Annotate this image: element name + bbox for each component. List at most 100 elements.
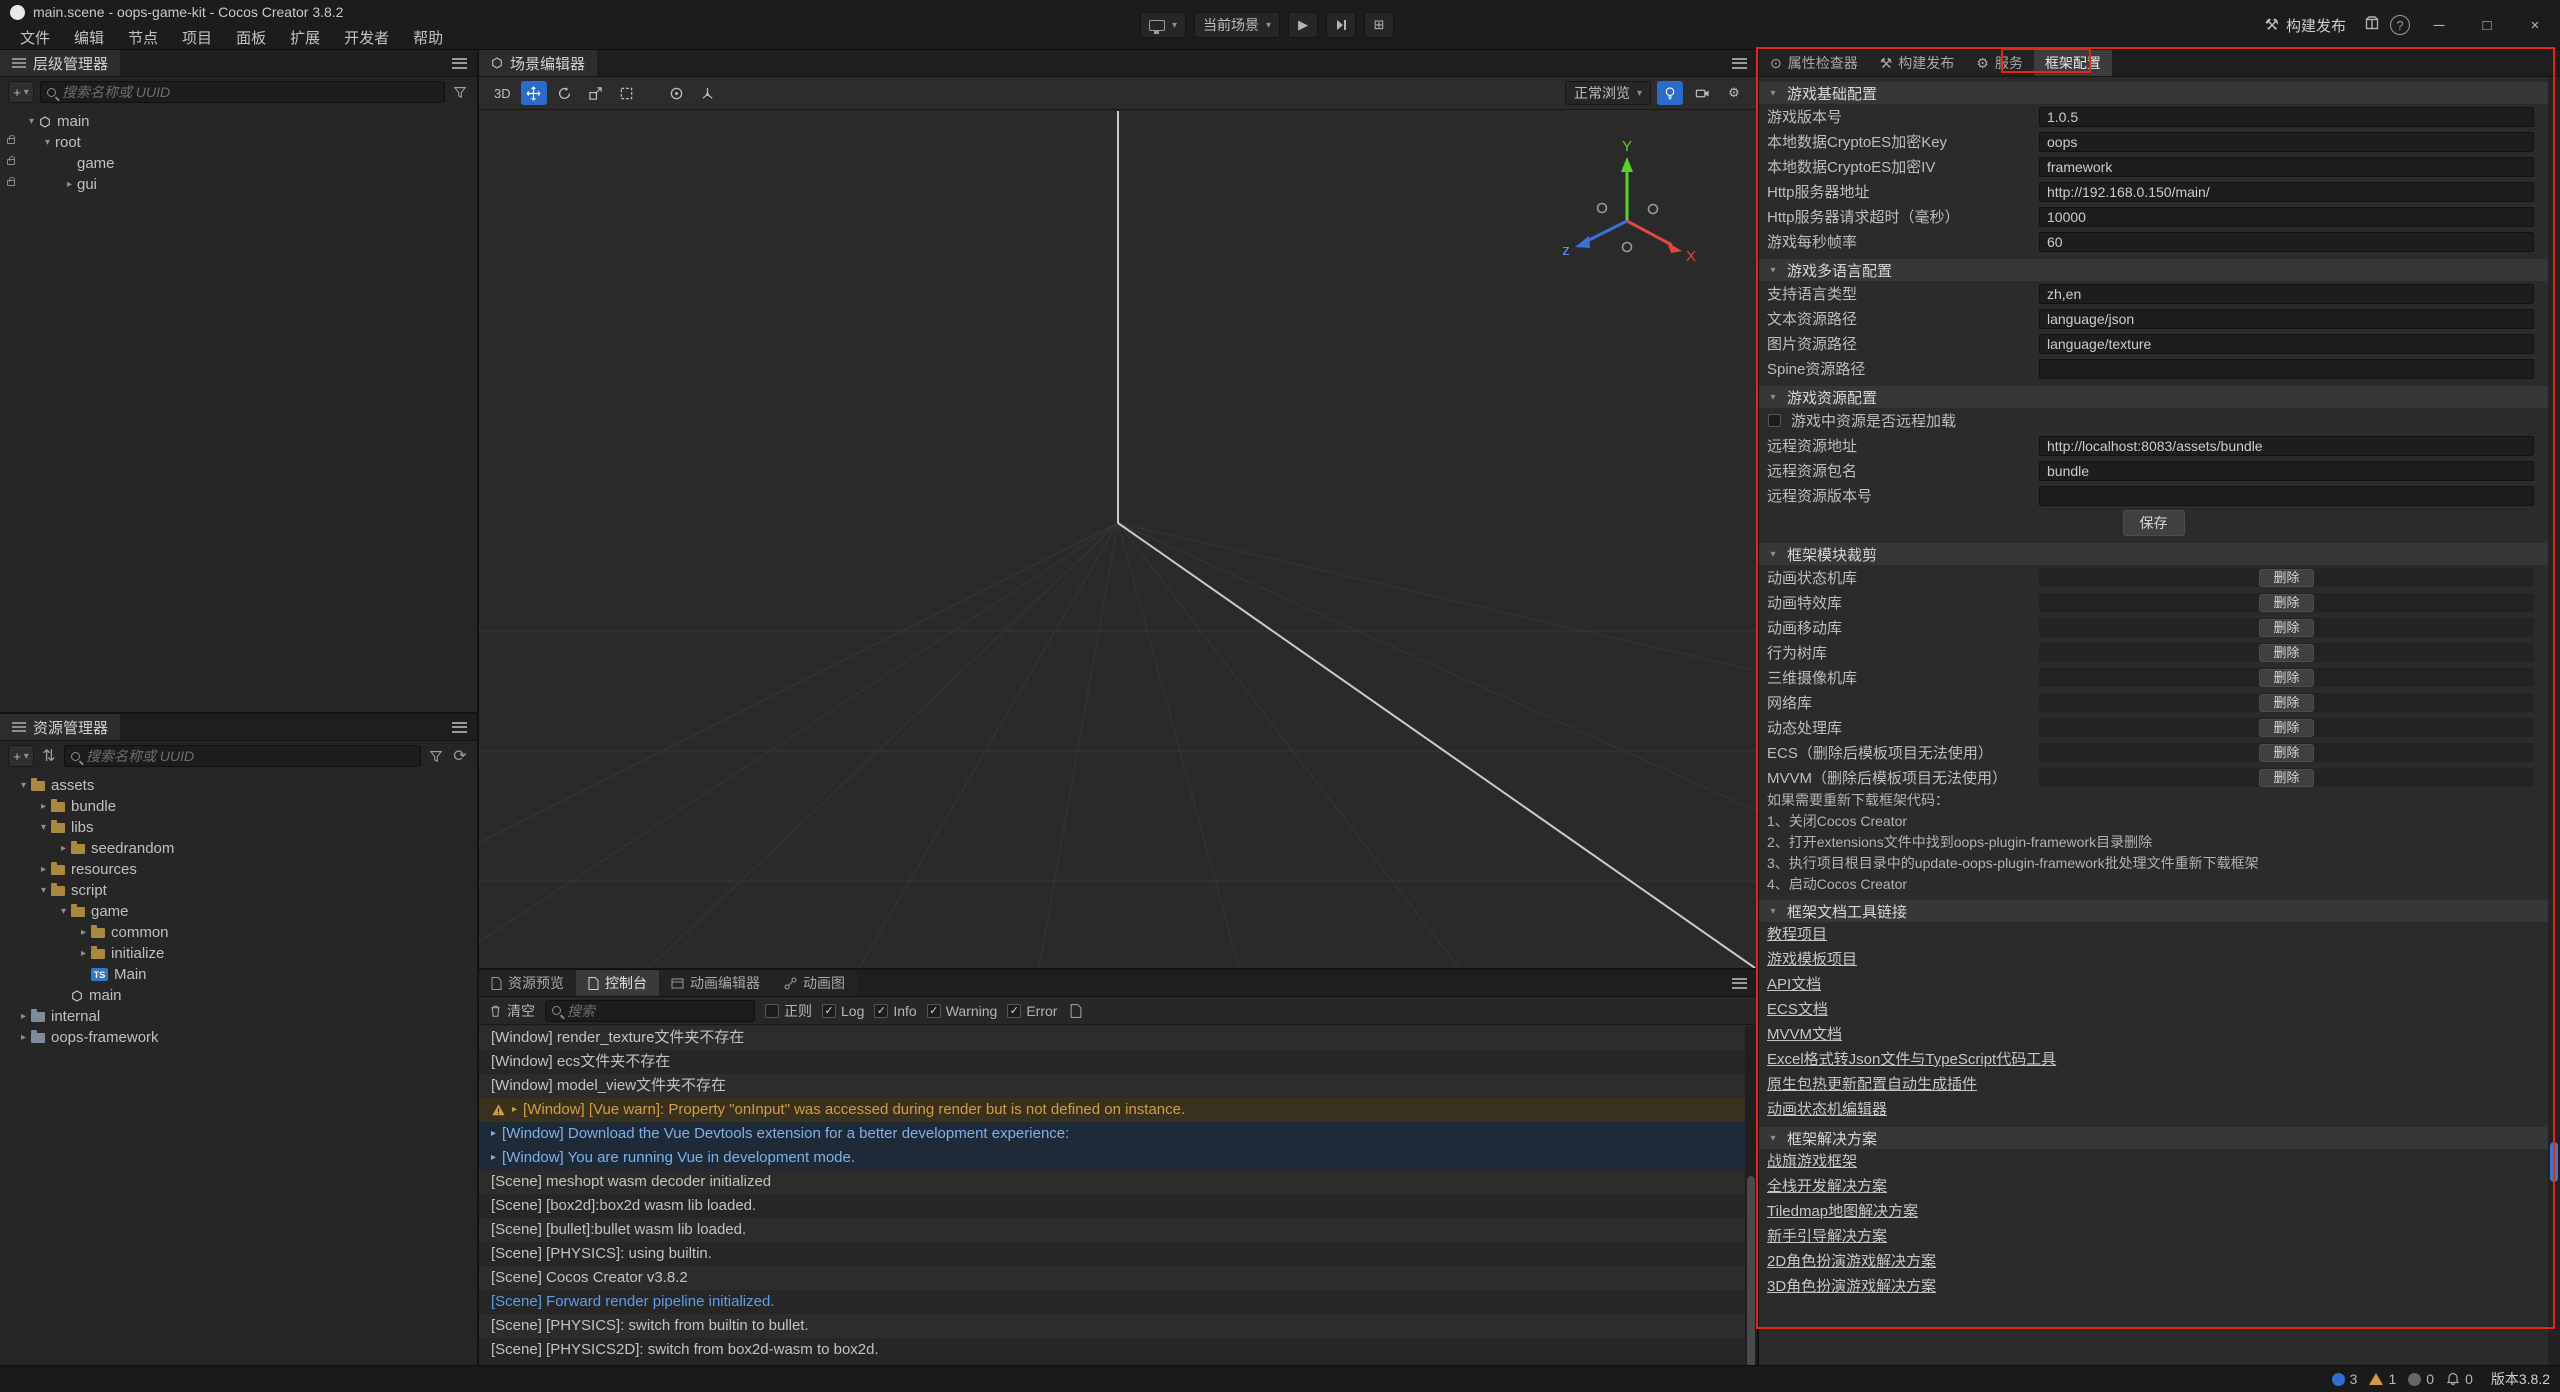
- panel-menu-icon[interactable]: [452, 722, 467, 733]
- collapse-icon[interactable]: [1767, 265, 1779, 276]
- camera-view-button[interactable]: [1689, 81, 1715, 105]
- game-version-input[interactable]: [2039, 107, 2534, 127]
- sort-icon[interactable]: ⇅: [40, 747, 58, 765]
- menu-help[interactable]: 帮助: [403, 25, 453, 50]
- frame-rate-input[interactable]: [2039, 232, 2534, 252]
- expander-icon[interactable]: [36, 801, 51, 812]
- info-checkbox[interactable]: [874, 1004, 888, 1018]
- tree-node-oops-framework[interactable]: oops-framework: [0, 1027, 477, 1048]
- pivot-toggle-button[interactable]: [664, 81, 690, 105]
- device-select[interactable]: ▾: [1140, 12, 1186, 38]
- collapse-icon[interactable]: [1767, 88, 1779, 99]
- tree-node-game-folder[interactable]: game: [0, 901, 477, 922]
- assets-search-input[interactable]: [86, 748, 414, 764]
- menu-edit[interactable]: 编辑: [64, 25, 114, 50]
- tab-framework-config[interactable]: 框架配置: [2034, 50, 2112, 76]
- delete-ecs-button[interactable]: 删除: [2259, 744, 2313, 762]
- maximize-button[interactable]: □: [2468, 10, 2506, 40]
- tree-node-libs[interactable]: libs: [0, 817, 477, 838]
- link-hotupdate-plugin[interactable]: 原生包热更新配置自动生成插件: [1767, 1072, 1977, 1097]
- log-row-warning[interactable]: ▸ [Window] [Vue warn]: Property "onInput…: [479, 1098, 1745, 1122]
- filter-error[interactable]: Error: [1007, 1003, 1057, 1019]
- tree-node-main-scene[interactable]: main: [0, 985, 477, 1006]
- collapse-icon[interactable]: [1767, 549, 1779, 560]
- tree-node-gui[interactable]: gui: [0, 174, 477, 195]
- expand-log-icon[interactable]: ▸: [491, 1122, 496, 1146]
- delete-move-button[interactable]: 删除: [2259, 619, 2313, 637]
- link-animator-editor[interactable]: 动画状态机编辑器: [1767, 1097, 1887, 1122]
- link-ecs-doc[interactable]: ECS文档: [1767, 997, 1828, 1022]
- create-asset-button[interactable]: +▾: [8, 745, 34, 767]
- view-mode-select[interactable]: 正常浏览 ▾: [1565, 81, 1651, 105]
- panel-menu-icon[interactable]: [1732, 58, 1747, 69]
- log-row[interactable]: [Window] render_texture文件夹不存在: [479, 1026, 1745, 1050]
- help-icon[interactable]: ?: [2390, 15, 2410, 35]
- log-row[interactable]: [Scene] [PHYSICS]: using builtin.: [479, 1242, 1745, 1266]
- rotate-tool-button[interactable]: [552, 81, 578, 105]
- expander-icon[interactable]: [36, 885, 51, 896]
- hierarchy-search[interactable]: [40, 81, 445, 103]
- play-button[interactable]: ▶: [1288, 12, 1318, 38]
- log-row[interactable]: [Window] ecs文件夹不存在: [479, 1050, 1745, 1074]
- http-timeout-input[interactable]: [2039, 207, 2534, 227]
- remote-load-checkbox[interactable]: [1768, 414, 1781, 427]
- status-info[interactable]: 3: [2332, 1371, 2358, 1387]
- crypto-iv-input[interactable]: [2039, 157, 2534, 177]
- tab-property-inspector[interactable]: ⊙ 属性检查器: [1759, 50, 1869, 76]
- scene-viewport[interactable]: Y X z: [479, 111, 1757, 968]
- lock-icon[interactable]: [7, 180, 15, 186]
- delete-effect-button[interactable]: 删除: [2259, 594, 2313, 612]
- tab-console[interactable]: 控制台: [576, 970, 659, 996]
- console-scrollbar[interactable]: [1745, 1026, 1757, 1365]
- remote-res-url-input[interactable]: [2039, 436, 2534, 456]
- link-fullstack-solution[interactable]: 全栈开发解决方案: [1767, 1174, 1887, 1199]
- refresh-icon[interactable]: ⟳: [451, 747, 469, 765]
- expander-icon[interactable]: [62, 179, 77, 190]
- mode-3d-button[interactable]: 3D: [489, 81, 516, 105]
- status-notifications[interactable]: 0: [2446, 1371, 2473, 1387]
- expander-icon[interactable]: [16, 1011, 31, 1022]
- scene-select[interactable]: 当前场景 ▾: [1194, 12, 1280, 38]
- move-tool-button[interactable]: [521, 81, 547, 105]
- tree-node-script[interactable]: script: [0, 880, 477, 901]
- regex-toggle[interactable]: 正则: [765, 1001, 812, 1021]
- expand-log-icon[interactable]: ▸: [512, 1098, 517, 1122]
- close-button[interactable]: ×: [2516, 10, 2554, 40]
- expander-icon[interactable]: [76, 927, 91, 938]
- http-server-input[interactable]: [2039, 182, 2534, 202]
- section-basic-config[interactable]: 游戏基础配置: [1759, 82, 2548, 104]
- filter-info[interactable]: Info: [874, 1003, 916, 1019]
- tree-node-root[interactable]: root: [0, 132, 477, 153]
- log-row[interactable]: [Window] model_view文件夹不存在: [479, 1074, 1745, 1098]
- tab-build-publish[interactable]: ⚒ 构建发布: [1869, 50, 1966, 76]
- status-warning[interactable]: 1: [2369, 1371, 2396, 1387]
- section-solutions[interactable]: 框架解决方案: [1759, 1127, 2548, 1149]
- panel-menu-icon[interactable]: [1732, 978, 1747, 989]
- log-row[interactable]: [Scene] [bullet]:bullet wasm lib loaded.: [479, 1218, 1745, 1242]
- lock-icon[interactable]: [7, 138, 15, 144]
- log-row-info[interactable]: ▸ [Window] Download the Vue Devtools ext…: [479, 1122, 1745, 1146]
- spine-res-path-input[interactable]: [2039, 359, 2534, 379]
- create-node-button[interactable]: +▾: [8, 81, 34, 103]
- filter-icon[interactable]: [427, 747, 445, 765]
- scrollbar-thumb[interactable]: [2550, 1142, 2558, 1182]
- link-mvvm-doc[interactable]: MVVM文档: [1767, 1022, 1842, 1047]
- remote-bundle-name-input[interactable]: [2039, 461, 2534, 481]
- tree-node-main-ts[interactable]: TS Main: [0, 964, 477, 985]
- package-icon[interactable]: [2364, 15, 2380, 36]
- expander-icon[interactable]: [76, 948, 91, 959]
- link-api-doc[interactable]: API文档: [1767, 972, 1821, 997]
- assets-search[interactable]: [64, 745, 421, 767]
- section-module-trim[interactable]: 框架模块裁剪: [1759, 543, 2548, 565]
- expand-log-icon[interactable]: ▸: [491, 1146, 496, 1170]
- expander-icon[interactable]: [56, 843, 71, 854]
- tree-node-seedrandom[interactable]: seedrandom: [0, 838, 477, 859]
- log-row[interactable]: [Scene] meshopt wasm decoder initialized: [479, 1170, 1745, 1194]
- language-types-input[interactable]: [2039, 284, 2534, 304]
- tab-animation-editor[interactable]: 动画编辑器: [659, 970, 772, 996]
- tab-asset-preview[interactable]: 资源预览: [479, 970, 576, 996]
- warning-checkbox[interactable]: [927, 1004, 941, 1018]
- image-res-path-input[interactable]: [2039, 334, 2534, 354]
- link-excel-tool[interactable]: Excel格式转Json文件与TypeScript代码工具: [1767, 1047, 2056, 1072]
- link-guide-solution[interactable]: 新手引导解决方案: [1767, 1224, 1887, 1249]
